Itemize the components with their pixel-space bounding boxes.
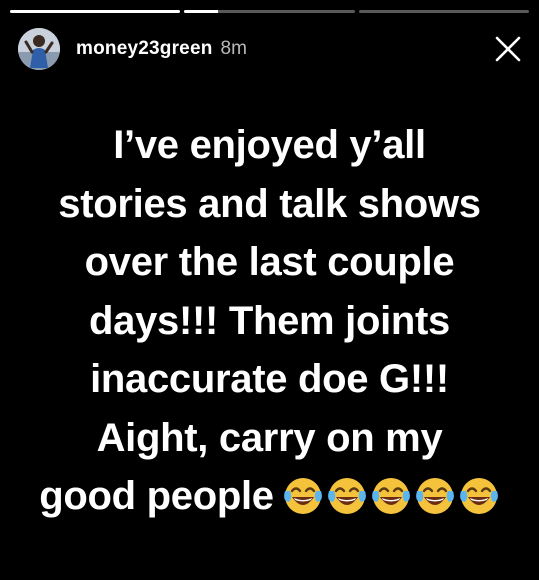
close-icon: [495, 36, 521, 62]
story-line-6: Aight, carry on my: [96, 415, 443, 460]
story-line-2: stories and talk shows: [58, 181, 481, 226]
progress-fill-2: [184, 10, 219, 13]
story-line-1: I’ve enjoyed y’all: [113, 123, 426, 167]
story-text: I’ve enjoyed y’all stories and talk show…: [12, 116, 527, 526]
progress-segment-1: [10, 10, 181, 13]
progress-segment-3: [358, 10, 529, 13]
face-with-tears-of-joy-icon: [415, 478, 454, 514]
face-with-tears-of-joy-icon: [283, 478, 322, 514]
face-with-tears-of-joy-icon: [459, 478, 498, 514]
story-line-7-row: good people: [12, 467, 527, 526]
story-line-7: good people: [39, 474, 274, 518]
emoji-row: [282, 475, 500, 517]
story-progress-bar: [10, 10, 529, 13]
story-header: money23green 8m: [18, 27, 525, 71]
avatar-image: [18, 28, 60, 70]
face-with-tears-of-joy-icon: [371, 478, 410, 514]
progress-fill-1: [10, 10, 181, 13]
story-line-3: over the last couple: [84, 240, 455, 284]
username[interactable]: money23green: [76, 38, 213, 60]
close-button[interactable]: [491, 32, 525, 66]
story-line-5: inaccurate doe G!!!: [90, 357, 449, 401]
progress-segment-2: [184, 10, 355, 13]
story-line-4: days!!! Them joints: [89, 298, 450, 343]
face-with-tears-of-joy-icon: [327, 478, 366, 514]
avatar[interactable]: [18, 28, 60, 70]
timestamp: 8m: [220, 38, 247, 59]
